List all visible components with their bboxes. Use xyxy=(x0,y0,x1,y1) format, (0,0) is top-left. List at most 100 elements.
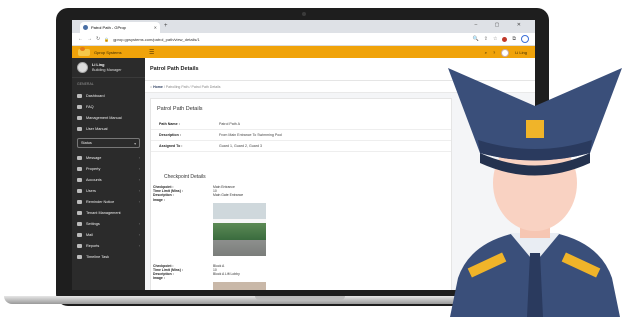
checkpoint-image[interactable] xyxy=(213,281,266,290)
accounts-icon xyxy=(77,177,82,182)
sidebar-item-tenant-management[interactable]: Tenant Management xyxy=(72,207,145,218)
sidebar-item-reports[interactable]: Reports › xyxy=(72,240,145,251)
checkpoint-section: Checkpoint Details Checkpoint : Main Entr… xyxy=(150,170,450,290)
new-tab-icon[interactable]: + xyxy=(164,23,168,29)
detail-value: From Main Entrance To Swimming Pool xyxy=(219,133,283,137)
chevron-right-icon: › xyxy=(138,166,140,171)
chevron-right-icon: › xyxy=(138,188,140,193)
sidebar-user-name: Li Ling xyxy=(92,62,105,67)
detail-value: Guard 1, Guard 2, Guard 3 xyxy=(219,144,262,148)
sidebar-item-reminder-notice[interactable]: Reminder Notice › xyxy=(72,196,145,207)
chevron-right-icon: › xyxy=(138,155,140,160)
close-tab-icon[interactable]: ✕ xyxy=(154,25,157,30)
menu-toggle-icon[interactable]: ☰ xyxy=(149,49,154,56)
detail-row: Description : From Main Entrance To Swimm… xyxy=(151,130,451,141)
sidebar-user-role: Building Manager xyxy=(92,67,122,72)
sidebar: Li Ling Building Manager GENERAL Dashboa… xyxy=(72,58,145,290)
sidebar-item-user-manual[interactable]: User Manual xyxy=(72,123,145,134)
breadcrumb-home[interactable]: Home xyxy=(153,85,163,89)
sidebar-item-management-manual[interactable]: Management Manual xyxy=(72,112,145,123)
sidebar-item-label: Reminder Notice xyxy=(86,199,115,204)
url-input[interactable]: gprop.gpsystems.com/patrol_path/view_det… xyxy=(113,37,200,42)
brand-logo xyxy=(78,47,90,56)
sidebar-item-settings[interactable]: Settings › xyxy=(72,218,145,229)
brand-name: Gprop Systems xyxy=(94,50,122,55)
tab-title: Patrol Path - GProp xyxy=(91,25,126,30)
message-icon xyxy=(77,155,82,160)
mail-icon xyxy=(77,232,82,237)
bell-icon xyxy=(77,199,82,204)
tenant-icon xyxy=(77,210,82,215)
faq-icon xyxy=(77,104,82,109)
security-guard-illustration xyxy=(448,68,622,317)
browser-tab[interactable]: Patrol Path - GProp ✕ xyxy=(80,22,160,33)
detail-key: Assigned To : xyxy=(159,144,183,148)
lock-icon: 🔒 xyxy=(104,36,110,42)
detail-key: Description : xyxy=(159,133,181,137)
property-icon xyxy=(77,166,82,171)
sidebar-item-label: Management Manual xyxy=(86,115,122,120)
reports-icon xyxy=(77,243,82,248)
sidebar-item-timeline-task[interactable]: Timeline Task xyxy=(72,251,145,262)
sidebar-item-label: Settings xyxy=(86,221,100,226)
chevron-right-icon: › xyxy=(138,232,140,237)
sidebar-item-accounts[interactable]: Accounts › xyxy=(72,174,145,185)
dashboard-icon xyxy=(77,93,82,98)
chevron-right-icon: › xyxy=(138,221,140,226)
timeline-icon xyxy=(77,254,82,259)
status-select[interactable]: Status ▾ xyxy=(77,138,140,148)
sidebar-item-property[interactable]: Property › xyxy=(72,163,145,174)
sidebar-item-dashboard[interactable]: Dashboard xyxy=(72,90,145,101)
manual-icon xyxy=(77,126,82,131)
detail-row: Path Name : Patrol Path A xyxy=(151,119,451,130)
breadcrumb-sep: / xyxy=(163,84,165,89)
chevron-right-icon: › xyxy=(138,243,140,248)
sidebar-item-label: Reports xyxy=(86,243,100,248)
checkpoint-row: Image : xyxy=(150,276,450,280)
checkpoint-value: Main Gate Entrance xyxy=(213,193,244,198)
sidebar-item-label: User Manual xyxy=(86,126,108,131)
sidebar-item-users[interactable]: Users › xyxy=(72,185,145,196)
breadcrumb-sep: / xyxy=(189,84,191,89)
sidebar-user: Li Ling Building Manager xyxy=(72,58,145,77)
sidebar-item-message[interactable]: Message › xyxy=(72,152,145,163)
users-icon xyxy=(77,188,82,193)
sidebar-item-mail[interactable]: Mail › xyxy=(72,229,145,240)
sidebar-item-label: Dashboard xyxy=(86,93,105,98)
gear-icon xyxy=(77,221,82,226)
breadcrumb-patrolling-path[interactable]: Patrolling Path xyxy=(166,85,189,89)
checkpoint-key: Image : xyxy=(153,197,165,202)
sidebar-item-faq[interactable]: FAQ xyxy=(72,101,145,112)
cap-badge xyxy=(526,120,544,138)
book-icon xyxy=(77,115,82,120)
sidebar-item-label: Accounts xyxy=(86,177,102,182)
status-label: Status xyxy=(81,141,92,145)
sidebar-item-label: Timeline Task xyxy=(86,254,109,259)
sidebar-item-label: Mail xyxy=(86,232,93,237)
chevron-down-icon: ▾ xyxy=(134,141,136,146)
sidebar-item-label: FAQ xyxy=(86,104,94,109)
sidebar-user-info: Li Ling Building Manager xyxy=(92,63,122,73)
checkpoint-item: Checkpoint : Main Entrance Time Limit (Mi… xyxy=(150,185,450,256)
checkpoint-value: Block A Lift Lobby xyxy=(213,272,240,277)
sidebar-item-label: Property xyxy=(86,166,101,171)
sidebar-item-label: Message xyxy=(86,155,102,160)
favicon-icon xyxy=(83,25,88,30)
sidebar-item-label: Users xyxy=(86,188,96,193)
nav-arrows-icon[interactable]: ←→↻ xyxy=(78,36,104,42)
checkpoint-key: Image : xyxy=(153,276,165,281)
sidebar-item-label: Tenant Management xyxy=(86,210,121,215)
checkpoints-title: Checkpoint Details xyxy=(164,174,206,180)
chevron-right-icon: › xyxy=(138,199,140,204)
detail-row: Assigned To : Guard 1, Guard 2, Guard 3 xyxy=(151,141,451,152)
checkpoint-row: Image : xyxy=(150,198,450,202)
detail-value: Patrol Path A xyxy=(219,122,240,126)
details-title: Patrol Path Details xyxy=(157,106,203,112)
checkpoint-image[interactable] xyxy=(213,202,266,256)
checkpoint-item: Checkpoint : Block A Time Limit (Mins) :1… xyxy=(150,264,450,290)
laptop-notch xyxy=(255,296,345,300)
webcam xyxy=(302,12,306,16)
avatar xyxy=(77,62,88,73)
detail-key: Path Name : xyxy=(159,122,180,126)
breadcrumb-current: Patrol Path Details xyxy=(191,84,221,89)
